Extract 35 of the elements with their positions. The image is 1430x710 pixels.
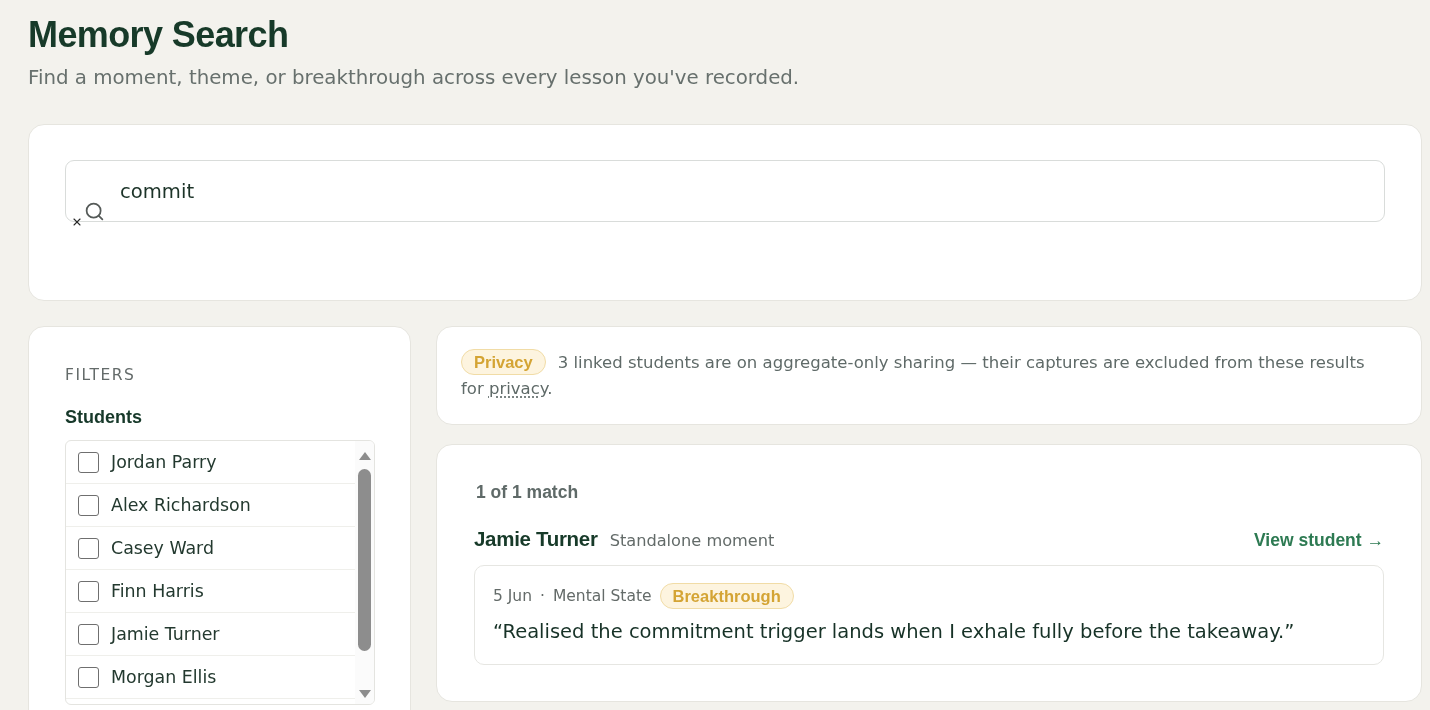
meta-separator: · [540, 587, 545, 605]
checkbox[interactable] [78, 623, 99, 645]
student-name[interactable]: Finn Harris [111, 581, 204, 601]
filters-heading: FILTERS [65, 365, 136, 385]
moment-tag: Breakthrough [659, 583, 794, 609]
page-subtitle: Find a moment, theme, or breakthrough across every lesson you've recorded. [28, 65, 800, 91]
checkbox[interactable] [78, 451, 99, 473]
scroll-down-icon[interactable] [358, 690, 371, 698]
search-field[interactable]: commit [65, 160, 1385, 222]
scrollbar[interactable] [355, 441, 374, 704]
student-name[interactable]: Morgan Ellis [111, 667, 217, 687]
scroll-up-icon[interactable] [358, 452, 371, 460]
search-icon [84, 201, 105, 222]
filter-group-label: Students [65, 406, 142, 428]
match-count: 1 of 1 match [476, 481, 579, 503]
privacy-link[interactable]: privacy [488, 379, 548, 398]
checkbox[interactable] [78, 537, 99, 559]
checkbox[interactable] [78, 580, 99, 602]
student-name[interactable]: Casey Ward [111, 538, 214, 558]
view-student-link[interactable]: View student → [1254, 530, 1384, 551]
moment-quote: “Realised the commitment trigger lands when I exhale fully before the takeaway.” [493, 619, 1295, 645]
student-name[interactable]: Jamie Turner [111, 624, 220, 644]
student-name[interactable]: Alex Richardson [111, 495, 251, 515]
checkbox[interactable] [78, 494, 99, 516]
page-title: Memory Search [28, 13, 289, 57]
student-name[interactable]: Jordan Parry [111, 452, 217, 472]
moment-date: 5 Jun [493, 587, 532, 605]
privacy-notice-text: Privacy 3 linked students are on aggregate-only sharing — their captures are excluded from these results for privacy. [461, 349, 1391, 402]
privacy-badge: Privacy [461, 349, 546, 375]
checkbox[interactable] [78, 666, 99, 688]
moment-category: Mental State [552, 587, 652, 605]
scrollbar-thumb[interactable] [358, 469, 371, 651]
student-name-heading: Jamie Turner [474, 527, 598, 551]
close-icon[interactable] [71, 216, 83, 228]
moment-context: Standalone moment [609, 531, 775, 550]
